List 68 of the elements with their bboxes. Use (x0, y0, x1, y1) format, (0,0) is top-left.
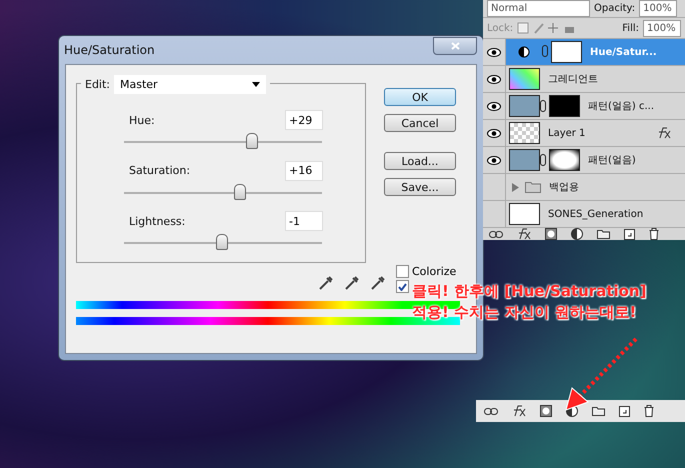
gradient-thumbnail (509, 68, 540, 90)
layer-row[interactable]: 백업용 (483, 174, 685, 201)
checkbox[interactable] (396, 280, 409, 293)
trash-icon[interactable] (644, 405, 654, 417)
eyedropper-minus-icon[interactable] (370, 275, 386, 291)
opacity-label: Opacity: (594, 3, 636, 14)
layer-row[interactable]: SONES_Generation (483, 201, 685, 228)
blend-mode-dropdown[interactable]: Normal (487, 0, 590, 17)
slider-label: Saturation: (129, 164, 190, 178)
trash-icon[interactable] (649, 228, 659, 240)
mask-thumbnail (549, 149, 580, 171)
link-icon (540, 154, 546, 166)
adjustment-icon (518, 46, 530, 58)
mask-thumbnail (551, 41, 582, 63)
new-layer-icon[interactable] (624, 228, 635, 240)
expand-arrow-icon[interactable] (512, 182, 519, 192)
slider-label: Lightness: (129, 214, 186, 228)
folder-icon[interactable] (592, 406, 605, 416)
fill-label: Fill: (622, 22, 639, 34)
slider-thumb[interactable] (246, 133, 258, 149)
link-icon (540, 100, 546, 112)
adjustment-icon[interactable] (571, 228, 583, 240)
eyedropper-icon[interactable] (318, 275, 334, 291)
lock-label: Lock: (487, 22, 514, 34)
texture-thumbnail (509, 95, 540, 117)
layer-thumbnail (509, 122, 540, 144)
close-icon (450, 42, 460, 50)
fill-field[interactable]: 100% (643, 20, 681, 36)
link-icon[interactable] (489, 230, 503, 238)
eye-icon[interactable] (487, 74, 501, 84)
mask-thumbnail (549, 95, 580, 117)
edit-dropdown[interactable]: Master (114, 75, 266, 94)
fx-icon[interactable] (512, 405, 526, 417)
layer-row[interactable]: 패턴(얼음) (483, 147, 685, 174)
edit-label: Edit: (85, 78, 110, 91)
slider-label: Hue: (129, 114, 155, 126)
value-field[interactable]: +29 (285, 110, 323, 130)
dialog-button[interactable]: OK (384, 88, 456, 106)
texture-thumbnail (509, 149, 540, 171)
layer-row[interactable]: 그레디언트 (483, 66, 685, 93)
checkbox[interactable] (396, 265, 409, 278)
eye-icon[interactable] (487, 102, 501, 110)
fx-icon[interactable] (517, 228, 531, 240)
eye-icon[interactable] (487, 48, 501, 56)
dialog-button[interactable]: Save... (384, 178, 456, 196)
link-icon (542, 44, 548, 56)
link-icon[interactable] (484, 408, 498, 414)
value-field[interactable]: -1 (285, 211, 323, 232)
eye-icon[interactable] (487, 128, 501, 138)
mask-icon[interactable] (540, 405, 552, 417)
eye-icon[interactable] (487, 156, 501, 164)
dialog-button[interactable]: Load... (384, 152, 456, 170)
text-layer-thumbnail (509, 203, 540, 225)
opacity-field[interactable]: 100% (639, 0, 678, 17)
slider-thumb[interactable] (216, 234, 228, 250)
close-button[interactable] (433, 37, 477, 55)
slider-thumb[interactable] (234, 184, 246, 200)
dialog-title: Hue/Saturation (64, 43, 155, 57)
dialog-button[interactable]: Cancel (384, 114, 456, 132)
new-layer-icon[interactable] (619, 406, 630, 416)
layer-row[interactable]: 패턴(얼음) c... (483, 93, 685, 120)
checkbox-label: Colorize (412, 265, 456, 278)
layer-row[interactable]: Layer 1 (483, 120, 685, 147)
value-field[interactable]: +16 (285, 160, 323, 181)
mask-icon[interactable] (545, 228, 557, 240)
eyedropper-plus-icon[interactable] (344, 275, 360, 291)
folder-icon (525, 181, 541, 193)
caret-icon (252, 82, 260, 87)
